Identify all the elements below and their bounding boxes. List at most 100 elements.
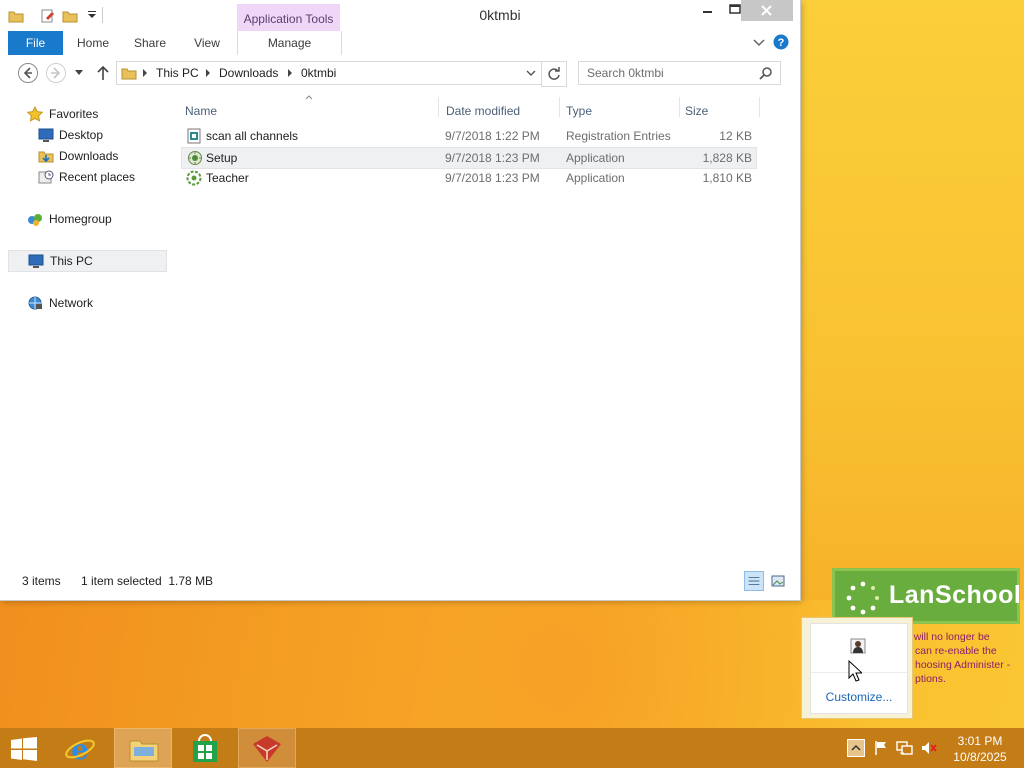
desktop-wallpaper-light (795, 0, 1024, 600)
nav-homegroup[interactable]: Homegroup (8, 209, 165, 229)
sort-ascending-icon (305, 95, 313, 100)
breadcrumb-0ktmbi[interactable]: 0ktmbi (301, 66, 336, 80)
clock-time[interactable]: 3:01 PM (955, 734, 1005, 748)
details-view-icon[interactable] (744, 571, 764, 591)
tab-manage[interactable]: Manage (237, 31, 342, 56)
breadcrumb-downloads[interactable]: Downloads (219, 66, 278, 80)
nav-recent-places[interactable]: Recent places (8, 167, 165, 187)
search-input[interactable]: Search 0ktmbi (578, 61, 781, 85)
refresh-icon[interactable] (541, 61, 567, 87)
search-icon[interactable] (759, 66, 773, 80)
explorer-window: Application Tools 0ktmbi File Home Share… (0, 0, 800, 600)
new-folder-icon[interactable] (62, 8, 78, 24)
file-row-setup[interactable]: Setup 9/7/2018 1:23 PM Application 1,828… (181, 147, 757, 169)
internet-explorer-icon[interactable]: e (64, 733, 96, 765)
lanschool-tray-icon[interactable] (850, 638, 866, 654)
nav-favorites[interactable]: Favorites (8, 104, 165, 124)
nav-desktop[interactable]: Desktop (8, 125, 165, 145)
volume-muted-icon[interactable] (920, 740, 938, 756)
breadcrumb-separator[interactable] (288, 69, 292, 77)
network-icon (28, 296, 42, 310)
lanschool-title: LanSchool (889, 581, 1022, 609)
large-icons-view-icon[interactable] (768, 571, 788, 591)
svg-text:e: e (71, 733, 89, 765)
file-name: Setup (206, 151, 238, 165)
lanschool-msg-line: ptions. (915, 673, 946, 685)
folder-icon (8, 11, 24, 23)
network-status-icon[interactable] (896, 740, 914, 756)
help-icon[interactable]: ? (773, 34, 789, 50)
recent-places-icon (38, 170, 54, 184)
clock-date[interactable]: 10/8/2025 (950, 750, 1010, 764)
nav-homegroup-label: Homegroup (49, 212, 112, 226)
properties-icon[interactable] (40, 8, 56, 24)
breadcrumb-this-pc[interactable]: This PC (156, 66, 199, 80)
setup-app-icon (188, 151, 202, 165)
breadcrumb-separator[interactable] (143, 69, 147, 77)
lanschool-app-icon (253, 736, 281, 762)
chevron-down-icon[interactable] (525, 68, 537, 78)
star-icon (27, 106, 43, 122)
application-tools-label: Application Tools (243, 12, 334, 26)
minimize-button[interactable] (692, 0, 722, 21)
address-bar[interactable]: This PC Downloads 0ktmbi (116, 61, 542, 85)
expand-ribbon-icon[interactable] (751, 36, 767, 50)
customize-link[interactable]: Customize... (811, 690, 907, 704)
svg-text:?: ? (778, 37, 785, 49)
file-size: 1,810 KB (702, 171, 752, 185)
lanschool-msg-line: hoosing Administer - (915, 659, 1011, 671)
nav-recent-label: Recent places (59, 170, 136, 184)
file-size: 12 KB (719, 129, 752, 143)
show-hidden-icons-button[interactable] (847, 739, 865, 757)
column-name[interactable]: Name (185, 100, 217, 122)
nav-this-pc[interactable]: This PC (8, 250, 167, 272)
lanschool-msg-line: n will no longer be (905, 631, 990, 643)
chevron-down-icon[interactable] (84, 8, 100, 24)
lanschool-banner: LanSchool (832, 568, 1022, 624)
file-size: 1,828 KB (702, 151, 752, 165)
tab-file[interactable]: File (8, 31, 63, 55)
file-type: Registration Entries (566, 129, 671, 143)
file-date: 9/7/2018 1:22 PM (445, 129, 540, 143)
file-type: Application (566, 171, 625, 185)
taskbar-file-explorer[interactable] (114, 728, 172, 768)
column-type[interactable]: Type (566, 100, 592, 122)
tab-home[interactable]: Home (68, 31, 118, 55)
column-separator[interactable] (559, 97, 560, 117)
up-arrow-icon[interactable] (95, 64, 111, 82)
column-date-modified[interactable]: Date modified (446, 100, 520, 122)
nav-this-pc-label: This PC (50, 254, 93, 268)
teacher-app-icon (186, 170, 202, 186)
close-button[interactable] (741, 0, 793, 21)
nav-network[interactable]: Network (8, 293, 165, 313)
title-bar[interactable]: Application Tools 0ktmbi (0, 0, 800, 31)
computer-icon (28, 254, 44, 268)
column-separator[interactable] (759, 97, 760, 117)
tab-view[interactable]: View (182, 31, 232, 55)
lanschool-message: n will no longer be can re-enable the ho… (905, 630, 1024, 686)
back-icon[interactable] (17, 62, 39, 84)
column-separator[interactable] (438, 97, 439, 117)
qat-divider (102, 7, 103, 23)
recent-locations-icon[interactable] (74, 68, 84, 76)
column-separator[interactable] (679, 97, 680, 117)
tab-share[interactable]: Share (125, 31, 175, 55)
downloads-icon (38, 151, 54, 163)
application-tools-header: Application Tools (237, 4, 340, 31)
file-type: Application (566, 151, 625, 165)
file-row-scan-all-channels[interactable]: scan all channels 9/7/2018 1:22 PM Regis… (181, 126, 755, 146)
action-center-flag-icon[interactable] (873, 740, 889, 756)
taskbar: e 3:01 PM 10/8/2025 (0, 728, 1024, 768)
homegroup-icon (28, 214, 42, 226)
start-button[interactable] (10, 737, 38, 761)
nav-downloads[interactable]: Downloads (8, 146, 165, 166)
file-row-teacher[interactable]: Teacher 9/7/2018 1:23 PM Application 1,8… (181, 168, 755, 188)
column-size[interactable]: Size (685, 100, 708, 122)
store-icon[interactable] (190, 734, 220, 764)
forward-icon[interactable] (45, 62, 67, 84)
registry-file-icon (187, 128, 201, 144)
status-bar: 3 items 1 item selected 1.78 MB (8, 570, 788, 592)
status-selection: 1 item selected 1.78 MB (81, 574, 214, 588)
taskbar-lanschool-app[interactable] (238, 728, 296, 768)
breadcrumb-separator[interactable] (206, 69, 210, 77)
